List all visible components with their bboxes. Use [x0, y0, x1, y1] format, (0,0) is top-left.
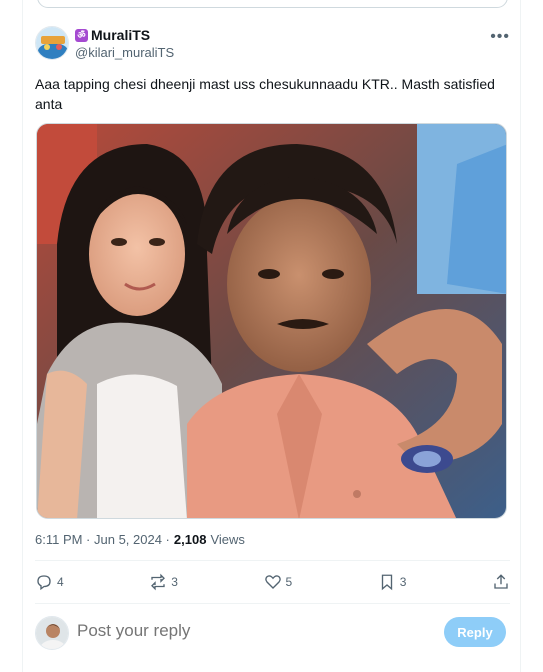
reply-composer: Reply [35, 615, 510, 651]
tweet-header: ॐ MuraliTS @kilari_muraliTS ••• [35, 26, 510, 66]
tweet-photo[interactable] [36, 123, 507, 519]
tweet-metadata: 6:11 PM · Jun 5, 2024 · 2,108 Views [35, 532, 245, 547]
tweet-card: ॐ MuraliTS @kilari_muraliTS ••• Aaa tapp… [22, 0, 521, 672]
repost-count: 3 [171, 575, 178, 589]
views-label: Views [210, 532, 245, 547]
reply-input[interactable] [77, 621, 407, 641]
repost-icon [151, 573, 166, 591]
bookmark-count: 3 [399, 575, 407, 589]
previous-tweet-edge [37, 0, 508, 8]
like-action[interactable]: 5 [264, 573, 293, 591]
author-names: ॐ MuraliTS @kilari_muraliTS [75, 27, 174, 60]
bookmark-action[interactable]: 3 [378, 573, 407, 591]
author-handle[interactable]: @kilari_muraliTS [75, 45, 174, 60]
avatar[interactable] [35, 616, 69, 650]
reply-button[interactable]: Reply [444, 617, 506, 647]
tweet-actions: 4 3 5 3 [35, 568, 510, 596]
reply-action[interactable]: 4 [35, 573, 64, 591]
reply-count: 4 [57, 575, 64, 589]
repost-action[interactable]: 3 [149, 573, 178, 591]
divider [35, 603, 510, 604]
reply-icon [37, 575, 51, 591]
divider [35, 560, 510, 561]
views-count: 2,108 [173, 532, 207, 547]
avatar[interactable] [35, 26, 69, 60]
om-badge-icon: ॐ [75, 28, 88, 42]
tweet-text: Aaa tapping chesi dheenji mast uss chesu… [35, 76, 495, 112]
like-count: 5 [285, 575, 293, 589]
share-action[interactable] [492, 573, 510, 591]
heart-icon [264, 575, 281, 589]
timestamp[interactable]: 6:11 PM · Jun 5, 2024 · [35, 532, 170, 547]
bookmark-icon [381, 574, 392, 591]
share-icon [494, 574, 508, 589]
more-options-icon[interactable]: ••• [490, 28, 510, 46]
display-name[interactable]: MuraliTS [91, 27, 150, 43]
author-name-row[interactable]: ॐ MuraliTS [75, 27, 174, 43]
